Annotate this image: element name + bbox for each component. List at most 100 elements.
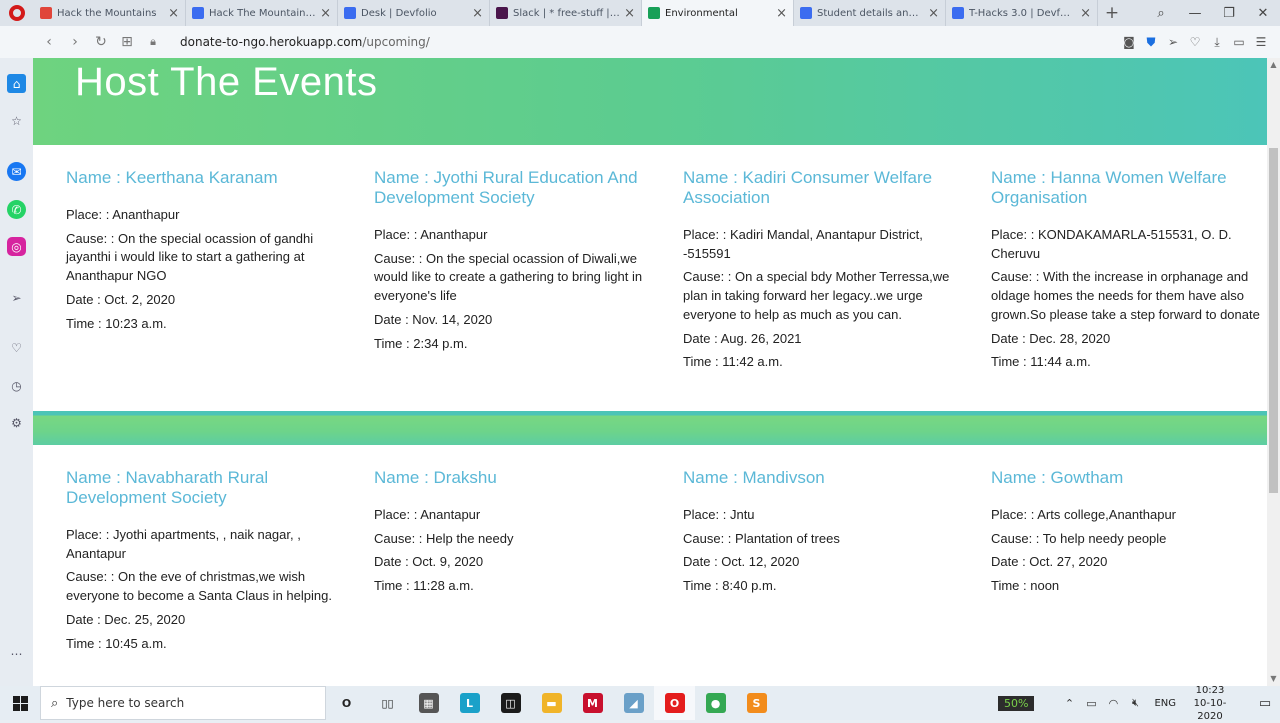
app-blue-icon: ◢ — [623, 693, 644, 713]
tab-close-icon[interactable]: × — [928, 6, 939, 21]
hero-banner: Host The Events — [33, 58, 1267, 145]
back-icon[interactable]: ‹ — [36, 34, 62, 50]
scroll-thumb[interactable] — [1269, 148, 1278, 493]
page-viewport: Host The Events Name : Keerthana Karanam… — [33, 58, 1267, 686]
taskbar-app[interactable]: ▯▯ — [367, 686, 408, 720]
start-button[interactable] — [0, 695, 40, 711]
close-window-icon[interactable]: ✕ — [1246, 6, 1280, 21]
clock[interactable]: 10:23 10-10-2020 — [1184, 684, 1236, 723]
shield-icon[interactable]: ⛊ — [1140, 35, 1162, 50]
event-card: Name : Mandivson Place: : Jntu Cause: : Pl… — [683, 468, 955, 601]
battery-icon[interactable]: ▭ — [1080, 697, 1102, 710]
tab-title: Hack The Mountains: Da — [209, 7, 316, 19]
search-tabs-icon[interactable]: ⌕ — [1144, 6, 1178, 21]
page-title: Host The Events — [75, 60, 378, 104]
tab-close-icon[interactable]: × — [776, 6, 787, 21]
star-icon[interactable]: ☆ — [7, 111, 26, 130]
taskbar-app[interactable]: M — [572, 686, 613, 720]
tabs-grid-icon[interactable]: ⊞ — [114, 34, 140, 50]
event-date: Date : Aug. 26, 2021 — [683, 330, 802, 346]
history-icon[interactable]: ◷ — [7, 376, 26, 395]
browser-tab[interactable]: Hack The Mountains: Da × — [186, 0, 338, 26]
scroll-down-icon[interactable]: ▼ — [1267, 674, 1280, 683]
tab-favicon-icon — [496, 7, 508, 19]
language-indicator[interactable]: ENG — [1154, 698, 1176, 709]
minimize-icon[interactable]: — — [1178, 6, 1212, 21]
taskbar-search[interactable]: ⌕ Type here to search — [40, 686, 326, 720]
event-place: Place: : Jntu — [683, 507, 755, 522]
tab-close-icon[interactable]: × — [1080, 6, 1091, 21]
tab-favicon-icon — [344, 7, 356, 19]
browser-tab[interactable]: Slack | * free-stuff | Hack× — [490, 0, 642, 26]
home-icon[interactable]: ⌂ — [7, 74, 26, 93]
new-tab-icon[interactable]: + — [1098, 0, 1126, 26]
forward-icon[interactable]: › — [62, 34, 88, 50]
tab-title: T-Hacks 3.0 | Devfolio — [969, 7, 1077, 19]
browser-tab[interactable]: Hack the Mountains × — [34, 0, 186, 26]
whatsapp-icon[interactable]: ✆ — [7, 200, 26, 219]
event-card: Name : Drakshu Place: : Anantapur Cause: :… — [374, 468, 646, 601]
event-name: Name : Hanna Women Welfare Organisation — [991, 168, 1227, 207]
page-scrollbar[interactable]: ▲ ▼ — [1267, 58, 1280, 686]
tab-favicon-icon — [952, 7, 964, 19]
event-cause: Cause: : Plantation of trees — [683, 530, 840, 546]
event-name: Name : Navabharath Rural Development Soc… — [66, 468, 269, 507]
browser-tab[interactable]: Environmental × — [642, 0, 794, 26]
event-card: Name : Gowtham Place: : Arts college,Anan… — [991, 468, 1263, 601]
taskbar-app[interactable]: ◢ — [613, 686, 654, 720]
event-time: Time : 10:23 a.m. — [66, 315, 167, 331]
taskbar-app[interactable]: O — [326, 686, 367, 720]
restore-icon[interactable]: ❐ — [1212, 6, 1246, 21]
more-icon[interactable]: ⋯ — [7, 644, 26, 663]
browser-tab[interactable]: T-Hacks 3.0 | Devfolio × — [946, 0, 1098, 26]
instagram-icon[interactable]: ◎ — [7, 237, 26, 256]
event-card: Name : Keerthana Karanam Place: : Anantha… — [66, 168, 338, 338]
tab-close-icon[interactable]: × — [320, 6, 331, 21]
messenger-icon[interactable]: ✉ — [7, 162, 26, 181]
mcafee-icon: M — [582, 693, 603, 713]
task-view-icon: ▯▯ — [381, 696, 394, 710]
notifications-icon[interactable]: ▭ — [1250, 696, 1280, 711]
download-icon[interactable]: ⤓ — [1206, 35, 1228, 50]
taskbar-app[interactable]: ◫ — [490, 686, 531, 720]
taskbar-app[interactable]: ● — [695, 686, 736, 720]
battery-saver-icon[interactable]: ▭ — [1228, 35, 1250, 49]
tab-close-icon[interactable]: × — [624, 6, 635, 21]
taskbar-app[interactable]: S — [736, 686, 777, 720]
taskbar-app[interactable]: O — [654, 686, 695, 720]
taskbar-app[interactable]: L — [449, 686, 490, 720]
browser-tab[interactable]: Student details and doc× — [794, 0, 946, 26]
wifi-icon[interactable]: ◠ — [1102, 697, 1124, 710]
event-name: Name : Mandivson — [683, 468, 825, 487]
event-date: Date : Oct. 9, 2020 — [374, 554, 484, 570]
browser-tab[interactable]: Desk | Devfolio × — [338, 0, 490, 26]
battery-indicator[interactable]: 50% — [997, 695, 1035, 711]
heart-icon[interactable]: ♡ — [7, 338, 26, 357]
event-name: Name : Drakshu — [374, 468, 497, 487]
mute-icon[interactable]: 🔇︎ — [1124, 696, 1146, 710]
heart-icon[interactable]: ♡ — [1184, 35, 1206, 49]
event-date: Date : Dec. 28, 2020 — [991, 330, 1111, 346]
tab-close-icon[interactable]: × — [472, 6, 483, 21]
taskbar-app[interactable]: ▦ — [408, 686, 449, 720]
opera-menu-icon[interactable] — [0, 0, 34, 26]
flow-icon[interactable]: ➢ — [7, 288, 26, 307]
address-bar: ‹ › ↻ ⊞ 🔒︎ donate-to-ngo.herokuapp.com/u… — [0, 26, 1280, 58]
scroll-up-icon[interactable]: ▲ — [1267, 60, 1280, 69]
clock-date: 10-10-2020 — [1193, 697, 1227, 722]
chrome-icon: ● — [705, 693, 726, 713]
camera-icon[interactable]: ◙ — [1118, 35, 1140, 49]
settings-icon[interactable]: ⚙ — [7, 413, 26, 432]
taskbar-app[interactable]: ▬ — [531, 686, 572, 720]
event-name: Name : Kadiri Consumer Welfare Associati… — [683, 168, 933, 207]
event-date: Date : Oct. 27, 2020 — [991, 554, 1108, 570]
easy-setup-icon[interactable]: ☰ — [1250, 35, 1272, 49]
event-cause: Cause: : On the eve of christmas,we wish… — [66, 569, 332, 604]
tray-chevron-icon[interactable]: ⌃ — [1058, 697, 1080, 710]
tab-favicon-icon — [800, 7, 812, 19]
reload-icon[interactable]: ↻ — [88, 34, 114, 50]
tab-title: Environmental — [665, 7, 738, 19]
send-icon[interactable]: ➢ — [1162, 35, 1184, 49]
url-field[interactable]: donate-to-ngo.herokuapp.com/upcoming/ — [180, 35, 430, 49]
tab-close-icon[interactable]: × — [168, 6, 179, 21]
